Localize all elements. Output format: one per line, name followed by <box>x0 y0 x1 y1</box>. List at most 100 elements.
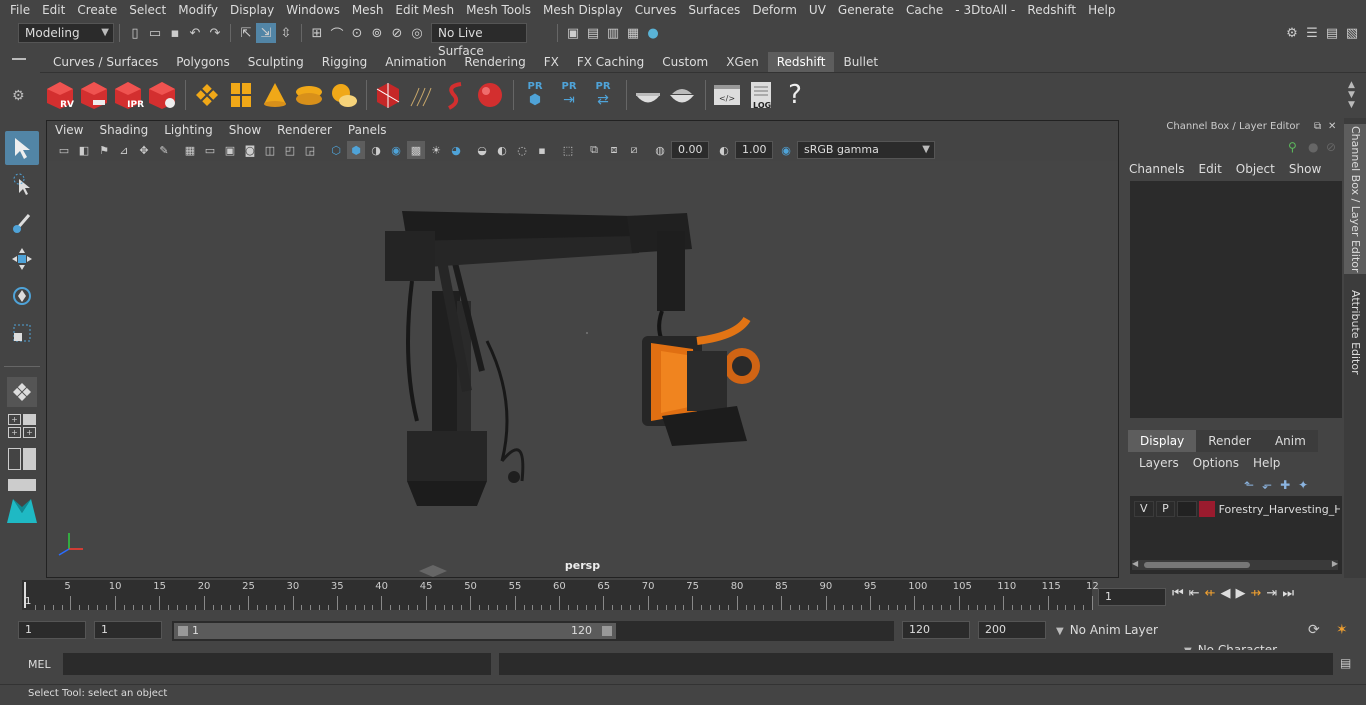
camera-attributes-icon[interactable]: ◧ <box>75 141 93 159</box>
layer-name[interactable]: Forestry_Harvesting_H <box>1219 503 1340 516</box>
redshift-log-button[interactable]: LOG <box>745 78 777 112</box>
default-material-icon[interactable]: ◑ <box>367 141 385 159</box>
move-tool-button[interactable] <box>5 242 39 276</box>
scale-tool-button[interactable] <box>5 316 39 350</box>
shelf-tab-rendering[interactable]: Rendering <box>455 52 534 72</box>
menu-uv[interactable]: UV <box>803 0 832 20</box>
layout-four-c-icon[interactable]: + <box>23 427 36 438</box>
tab-channel-box[interactable]: Channel Box / Layer Editor <box>1344 124 1366 274</box>
xray-icon[interactable]: ▪ <box>533 141 551 159</box>
script-editor-icon[interactable]: ▤ <box>1340 656 1351 670</box>
shelf-tab-polygons[interactable]: Polygons <box>167 52 238 72</box>
redshift-hair-button[interactable] <box>406 78 438 112</box>
redshift-pr-object-button[interactable]: PR ⬢ <box>519 78 551 112</box>
ipr-render-icon[interactable]: ▥ <box>603 23 623 43</box>
redshift-mesh-proxy-button[interactable] <box>372 78 404 112</box>
layer-tab-render[interactable]: Render <box>1196 430 1263 452</box>
hypershade-icon[interactable]: ● <box>643 23 663 43</box>
scroll-right-icon[interactable]: ▶ <box>1332 559 1338 568</box>
redshift-curve-button[interactable] <box>440 78 472 112</box>
gear-icon[interactable]: ⚙ <box>12 88 25 104</box>
layer-menu-options[interactable]: Options <box>1186 454 1246 472</box>
playback-toggle[interactable]: P <box>1155 501 1176 517</box>
backface-icon[interactable]: ⧄ <box>625 141 643 159</box>
redshift-settings-button[interactable] <box>146 78 178 112</box>
forestry-harvester-crane-model[interactable] <box>47 161 1118 577</box>
film-gate-icon[interactable]: ▭ <box>201 141 219 159</box>
redshift-bake-button[interactable] <box>632 78 664 112</box>
menu-modify[interactable]: Modify <box>172 0 224 20</box>
move-layer-up-icon[interactable]: ⬑ <box>1244 478 1254 492</box>
anim-layer-dropdown[interactable]: ▼ No Anim Layer <box>1050 621 1180 641</box>
layer-row[interactable]: V P Forestry_Harvesting_H <box>1134 500 1340 518</box>
tool-settings-toggle-icon[interactable]: ▤ <box>1322 23 1342 43</box>
script-language-label[interactable]: MEL <box>28 658 51 671</box>
redshift-pr-export-button[interactable]: PR ⇥ <box>553 78 585 112</box>
viewport-menu-lighting[interactable]: Lighting <box>156 121 221 139</box>
textured-icon[interactable]: ◉ <box>387 141 405 159</box>
menu-create[interactable]: Create <box>71 0 123 20</box>
preferences-run-icon[interactable]: ✶ <box>1336 622 1348 638</box>
menu-generate[interactable]: Generate <box>832 0 900 20</box>
layer-color-swatch[interactable] <box>1198 501 1215 517</box>
open-scene-icon[interactable]: ▭ <box>145 23 165 43</box>
layout-list-icon[interactable] <box>8 448 21 470</box>
redshift-bake-settings-button[interactable] <box>666 78 698 112</box>
go-to-end-icon[interactable]: ⏭ <box>1282 586 1294 601</box>
channel-menu-show[interactable]: Show <box>1282 160 1328 178</box>
render-settings-icon[interactable]: ▦ <box>623 23 643 43</box>
live-surface-field[interactable]: No Live Surface <box>431 23 527 58</box>
select-hierarchy-icon[interactable]: ⇱ <box>236 23 256 43</box>
snap-view-plane-icon[interactable]: ⊘ <box>387 23 407 43</box>
range-start-grip[interactable] <box>178 626 188 636</box>
scrollbar-thumb[interactable] <box>1144 562 1250 568</box>
gate-mask-icon[interactable]: ◙ <box>241 141 259 159</box>
menu-surfaces[interactable]: Surfaces <box>682 0 746 20</box>
menu-redshift[interactable]: Redshift <box>1021 0 1082 20</box>
play-forwards-icon[interactable]: ▶ <box>1236 586 1246 601</box>
redshift-sun-sky-button[interactable] <box>327 78 359 112</box>
xray-joints-icon[interactable]: ⧉ <box>585 141 603 159</box>
shelf-tab-xgen[interactable]: XGen <box>717 52 768 72</box>
viewport-menu-panels[interactable]: Panels <box>340 121 395 139</box>
menu-select[interactable]: Select <box>123 0 172 20</box>
menu-display[interactable]: Display <box>224 0 280 20</box>
menu-mesh-tools[interactable]: Mesh Tools <box>460 0 537 20</box>
two-d-pan-icon[interactable]: ✥ <box>135 141 153 159</box>
channel-menu-channels[interactable]: Channels <box>1122 160 1192 178</box>
redshift-batch-button[interactable] <box>78 78 110 112</box>
scroll-left-icon[interactable]: ◀ <box>1132 559 1138 568</box>
visibility-toggle[interactable]: V <box>1134 501 1154 517</box>
axis-icon[interactable]: ⚲ <box>1288 140 1297 154</box>
menu-mesh[interactable]: Mesh <box>346 0 390 20</box>
display-type-toggle[interactable] <box>1177 501 1197 517</box>
step-forward-frame-icon[interactable]: ⇸ <box>1251 586 1262 601</box>
redshift-script-button[interactable]: </> <box>711 78 743 112</box>
redo-icon[interactable]: ↷ <box>205 23 225 43</box>
redshift-proxy-button[interactable] <box>191 78 223 112</box>
tab-attribute-editor[interactable]: Attribute Editor <box>1344 282 1366 382</box>
smooth-shade-icon[interactable]: ⬢ <box>347 141 365 159</box>
image-plane-icon[interactable]: ⊿ <box>115 141 133 159</box>
playback-start-field[interactable]: 1 <box>94 621 162 639</box>
shelf-tab-fx-caching[interactable]: FX Caching <box>568 52 653 72</box>
shelf-tab-sculpting[interactable]: Sculpting <box>239 52 313 72</box>
exposure-icon[interactable]: ◍ <box>651 141 669 159</box>
select-tool-button[interactable] <box>5 131 39 165</box>
bookmark-icon[interactable]: ⚑ <box>95 141 113 159</box>
close-icon[interactable]: ✕ <box>1328 121 1336 132</box>
shelf-tab-fx[interactable]: FX <box>535 52 568 72</box>
layout-outliner-icon[interactable] <box>8 479 36 491</box>
move-layer-down-icon[interactable]: ⬐ <box>1262 478 1272 492</box>
gamma-field[interactable]: 1.00 <box>735 141 773 159</box>
step-forward-key-icon[interactable]: ⇥ <box>1266 586 1277 601</box>
depth-of-field-icon[interactable]: ◌ <box>513 141 531 159</box>
render-current-icon[interactable]: ▤ <box>583 23 603 43</box>
redshift-help-button[interactable]: ? <box>779 78 811 112</box>
step-back-frame-icon[interactable]: ⇷ <box>1205 586 1216 601</box>
exposure-field[interactable]: 0.00 <box>671 141 709 159</box>
save-scene-icon[interactable]: ▪ <box>165 23 185 43</box>
animation-end-field[interactable]: 200 <box>978 621 1046 639</box>
layout-split-icon[interactable] <box>23 448 36 470</box>
isolate-select-icon[interactable]: ⬚ <box>559 141 577 159</box>
